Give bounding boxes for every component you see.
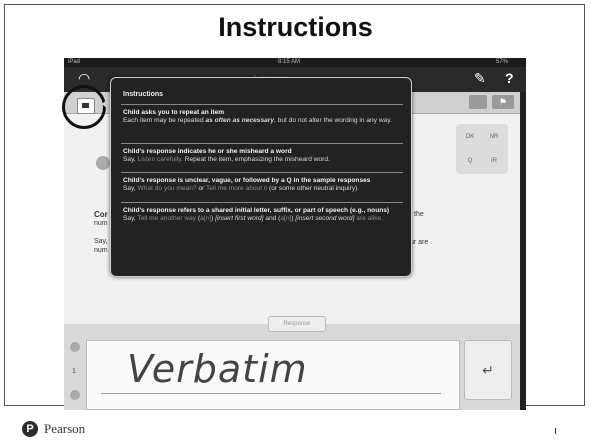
score-q-button[interactable]: Q: [460, 154, 480, 168]
divider: [121, 202, 403, 203]
bg-text-cor: Cor: [94, 210, 108, 219]
popover-title: Instructions: [123, 91, 164, 98]
instruction-heading: Child's response refers to a shared init…: [123, 207, 390, 214]
score-ir-button[interactable]: IR: [484, 154, 504, 168]
instruction-text: Repeat the item, emphasizing the mishear…: [182, 156, 330, 164]
instruction-text: Each item may be repeated: [123, 117, 206, 125]
response-area: Response 1 Verbatim ↵: [64, 316, 520, 410]
instruction-prompt: a[n]: [200, 215, 212, 223]
divider: [121, 104, 403, 105]
remove-row-icon[interactable]: [70, 390, 80, 400]
instruction-heading: Child's response is unclear, vague, or f…: [123, 177, 371, 184]
instruction-placeholder: [insert second word]: [295, 215, 355, 223]
audio-icon[interactable]: [96, 156, 110, 170]
score-dk-button[interactable]: DK: [460, 130, 480, 144]
add-row-icon[interactable]: [70, 342, 80, 352]
help-button[interactable]: ?: [505, 70, 514, 86]
dropdown-icon[interactable]: [469, 95, 487, 109]
instruction-prompt: a[n]: [280, 215, 292, 223]
status-time: 8:15 AM: [278, 59, 301, 65]
instruction-placeholder: [insert first word]: [215, 215, 264, 223]
instruction-text: (or some other neutral inquiry).: [267, 185, 360, 193]
status-bar: iPad 8:15 AM 57%: [64, 58, 526, 67]
instruction-heading: Child's response indicates he or she mis…: [123, 148, 292, 155]
pearson-wordmark: Pearson: [44, 421, 86, 436]
bg-text-are: ur are: [410, 239, 429, 246]
bg-text-num2: num: [94, 247, 108, 254]
instruction-prompt: Tell me another way: [137, 215, 197, 223]
divider: [121, 172, 403, 173]
slide: Instructions iPad 8:15 AM 57% ◠ Language…: [0, 0, 591, 446]
instruction-emphasis: as often as necessary: [205, 117, 275, 125]
bg-text-the: the: [414, 211, 424, 218]
instruction-text: Say,: [123, 185, 138, 193]
bg-text-num: num: [94, 220, 108, 227]
instruction-prompt: What do you mean?: [137, 185, 197, 193]
instruction-misheard: Child's response indicates he or she mis…: [123, 148, 399, 165]
instruction-prompt: are alike.: [354, 215, 384, 223]
handwritten-response: Verbatim: [127, 347, 308, 391]
pearson-brand: P Pearson: [22, 421, 85, 437]
slide-tick: [555, 428, 556, 434]
score-panel: DK NR Q IR: [456, 124, 508, 174]
row-number: 1: [72, 368, 76, 375]
instruction-text: and (: [263, 215, 281, 223]
instruction-text: Say,: [123, 156, 138, 164]
battery-level: 57%: [496, 59, 509, 65]
flag-icon[interactable]: ⚑: [492, 95, 514, 109]
handwriting-pad[interactable]: Verbatim: [86, 340, 460, 410]
enter-button[interactable]: ↵: [464, 340, 512, 400]
screen-edge: [520, 92, 526, 410]
pearson-logo-icon: P: [22, 421, 38, 437]
instruction-shared: Child's response refers to a shared init…: [123, 207, 399, 224]
slide-title: Instructions: [218, 12, 373, 42]
bg-text-say: Say,: [94, 238, 108, 245]
score-nr-button[interactable]: NR: [484, 130, 504, 144]
device-label: iPad: [68, 59, 81, 65]
response-tab[interactable]: Response: [268, 316, 326, 332]
pencil-icon[interactable]: ✎: [474, 70, 486, 87]
instruction-text: or: [196, 185, 206, 193]
instruction-heading: Child asks you to repeat an item: [123, 109, 225, 116]
instructions-popover: Instructions Child asks you to repeat an…: [110, 77, 412, 277]
instruction-text: , but do not alter the wording in any wa…: [274, 117, 392, 125]
divider: [121, 143, 403, 144]
writing-baseline: [101, 393, 441, 394]
instruction-unclear: Child's response is unclear, vague, or f…: [123, 177, 399, 194]
instruction-repeat: Child asks you to repeat an item Each it…: [123, 109, 399, 126]
instruction-prompt: Tell me more about it: [205, 185, 268, 193]
instruction-prompt: Listen carefully.: [137, 156, 183, 164]
instruction-text: Say,: [123, 215, 138, 223]
annotation-circle: [62, 85, 106, 129]
